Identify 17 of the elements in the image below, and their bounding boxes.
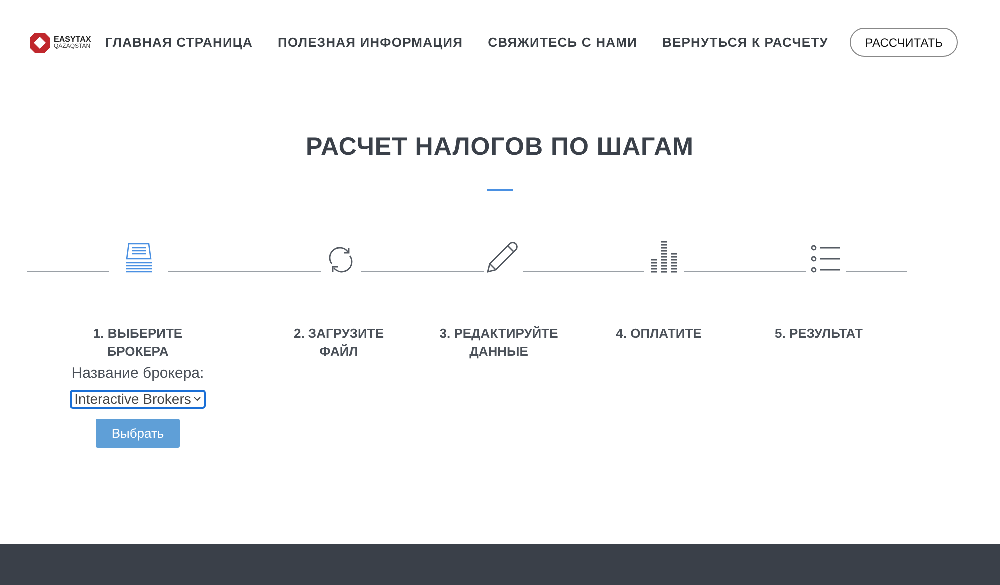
broker-label: Название брокера: <box>72 364 204 384</box>
nav-link[interactable]: СВЯЖИТЕСЬ С НАМИ <box>488 32 638 52</box>
nav-link[interactable]: ВЕРНУТЬСЯ К РАСЧЕТУ <box>662 32 828 52</box>
step-title: 5. РЕЗУЛЬТАТ <box>774 324 864 342</box>
title-underline <box>487 188 513 190</box>
nav-link[interactable]: ПОЛЕЗНАЯ ИНФОРМАЦИЯ <box>278 32 464 52</box>
step-title: 2. ЗАГРУЗИТЕ ФАЙЛ <box>292 324 386 360</box>
page-title: РАСЧЕТ НАЛОГОВ ПО ШАГАМ <box>304 132 695 163</box>
calculate-button[interactable]: РАССЧИТАТЬ <box>850 28 958 57</box>
nav-link[interactable]: ГЛАВНАЯ СТРАНИЦА <box>105 32 254 52</box>
chevron-down-icon <box>194 397 202 402</box>
step-title: 3. РЕДАКТИРУЙТЕ ДАННЫЕ <box>438 324 560 360</box>
step-title: 4. ОПЛАТИТЕ <box>615 324 703 342</box>
logo-icon <box>29 32 51 54</box>
logo-text: EASYTAX <box>54 36 92 44</box>
broker-select[interactable]: Interactive Brokers <box>70 390 206 409</box>
step-title: 1. ВЫБЕРИТЕ БРОКЕРА <box>92 324 184 360</box>
